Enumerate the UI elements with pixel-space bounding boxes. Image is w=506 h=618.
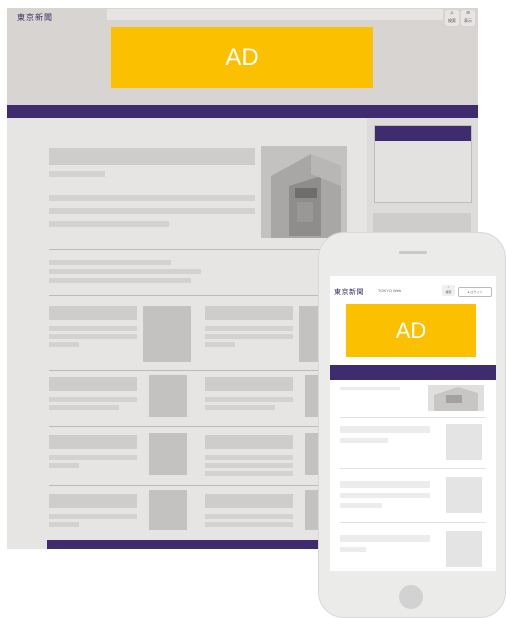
search-button-label: 検索 bbox=[445, 290, 452, 294]
text-placeholder bbox=[49, 342, 79, 347]
card-title-placeholder bbox=[205, 435, 293, 449]
text-placeholder bbox=[49, 397, 137, 402]
card-title-placeholder bbox=[49, 306, 137, 320]
card-image[interactable] bbox=[149, 375, 187, 417]
text-placeholder bbox=[205, 522, 293, 527]
text-placeholder bbox=[340, 481, 430, 488]
desktop-search-button[interactable]: ⌕ 検索 bbox=[445, 10, 459, 26]
desktop-logo[interactable]: 東京新聞 bbox=[17, 12, 53, 23]
sidebar-widget[interactable] bbox=[374, 125, 472, 203]
desktop-ad-banner[interactable]: AD bbox=[111, 27, 373, 88]
text-placeholder bbox=[340, 426, 430, 433]
text-placeholder bbox=[49, 269, 201, 274]
text-placeholder bbox=[340, 535, 430, 542]
mobile-card-image[interactable] bbox=[446, 531, 482, 567]
text-placeholder bbox=[49, 278, 191, 283]
menu-icon: ≡ bbox=[465, 10, 471, 17]
text-placeholder bbox=[49, 463, 79, 468]
card-title-placeholder bbox=[205, 377, 293, 391]
login-label: ログイン bbox=[470, 290, 483, 294]
text-placeholder bbox=[205, 514, 293, 519]
text-placeholder bbox=[49, 455, 137, 460]
text-placeholder bbox=[49, 195, 255, 201]
card-image[interactable] bbox=[143, 306, 191, 362]
menu-button-label: 表示 bbox=[464, 18, 472, 23]
text-placeholder bbox=[49, 208, 255, 214]
text-placeholder bbox=[205, 397, 293, 402]
mobile-search-button[interactable]: ⌕ 検索 bbox=[442, 285, 455, 296]
desktop-header: 東京新聞 ⌕ 検索 ≡ 表示 AD bbox=[7, 8, 478, 105]
text-placeholder bbox=[205, 326, 293, 331]
text-placeholder bbox=[340, 438, 388, 443]
divider bbox=[340, 468, 486, 469]
ad-label: AD bbox=[395, 317, 427, 343]
card-title-placeholder bbox=[49, 435, 137, 449]
mobile-lead-image[interactable] bbox=[428, 385, 484, 411]
text-placeholder bbox=[205, 334, 293, 339]
phone-home-button[interactable] bbox=[399, 585, 423, 609]
card-image[interactable] bbox=[149, 433, 187, 475]
search-button-label: 検索 bbox=[448, 18, 456, 23]
text-placeholder bbox=[49, 334, 137, 339]
desktop-footer-bar bbox=[47, 540, 328, 549]
smartphone-mockup: 東京新聞 TOKYO Web ⌕ 検索 ● ログイン AD bbox=[318, 232, 506, 618]
mobile-screen: 東京新聞 TOKYO Web ⌕ 検索 ● ログイン AD bbox=[330, 276, 496, 571]
text-placeholder bbox=[205, 463, 293, 468]
text-placeholder bbox=[49, 260, 171, 265]
building-photo-icon bbox=[428, 385, 484, 411]
mobile-login-button[interactable]: ● ログイン bbox=[458, 287, 492, 297]
card-title-placeholder bbox=[49, 377, 137, 391]
text-placeholder bbox=[49, 326, 137, 331]
text-placeholder bbox=[49, 405, 119, 410]
card-image[interactable] bbox=[149, 490, 187, 530]
desktop-nav-bar[interactable] bbox=[7, 105, 478, 118]
text-placeholder bbox=[205, 342, 235, 347]
sidebar-widget-header bbox=[375, 126, 471, 141]
mobile-nav-bar[interactable] bbox=[330, 365, 496, 380]
card-title-placeholder bbox=[49, 494, 137, 508]
text-placeholder bbox=[205, 471, 293, 476]
text-placeholder bbox=[205, 405, 275, 410]
desktop-top-bar bbox=[107, 9, 443, 20]
text-placeholder bbox=[340, 547, 366, 552]
desktop-main-content bbox=[7, 118, 367, 549]
card-title-placeholder bbox=[205, 494, 293, 508]
divider bbox=[340, 522, 486, 523]
mobile-card-image[interactable] bbox=[446, 477, 482, 513]
text-placeholder bbox=[340, 493, 430, 498]
mobile-logo[interactable]: 東京新聞 bbox=[334, 287, 364, 297]
text-placeholder bbox=[340, 387, 400, 390]
mobile-ad-banner[interactable]: AD bbox=[346, 304, 476, 357]
headline-placeholder bbox=[49, 148, 255, 165]
text-placeholder bbox=[205, 455, 293, 460]
card-title-placeholder bbox=[205, 306, 293, 320]
phone-speaker bbox=[399, 251, 427, 254]
mobile-subtitle: TOKYO Web bbox=[378, 288, 402, 293]
search-icon: ⌕ bbox=[447, 285, 450, 289]
lead-article-image[interactable] bbox=[261, 146, 347, 238]
mobile-card-image[interactable] bbox=[446, 424, 482, 460]
ad-label: AD bbox=[225, 43, 259, 71]
desktop-menu-button[interactable]: ≡ 表示 bbox=[461, 10, 475, 26]
text-placeholder bbox=[49, 514, 137, 519]
text-placeholder bbox=[340, 503, 382, 508]
search-icon: ⌕ bbox=[450, 10, 454, 17]
text-placeholder bbox=[49, 171, 105, 177]
text-placeholder bbox=[49, 221, 169, 227]
divider bbox=[340, 417, 486, 418]
text-placeholder bbox=[49, 522, 79, 527]
building-photo-icon bbox=[261, 146, 347, 238]
